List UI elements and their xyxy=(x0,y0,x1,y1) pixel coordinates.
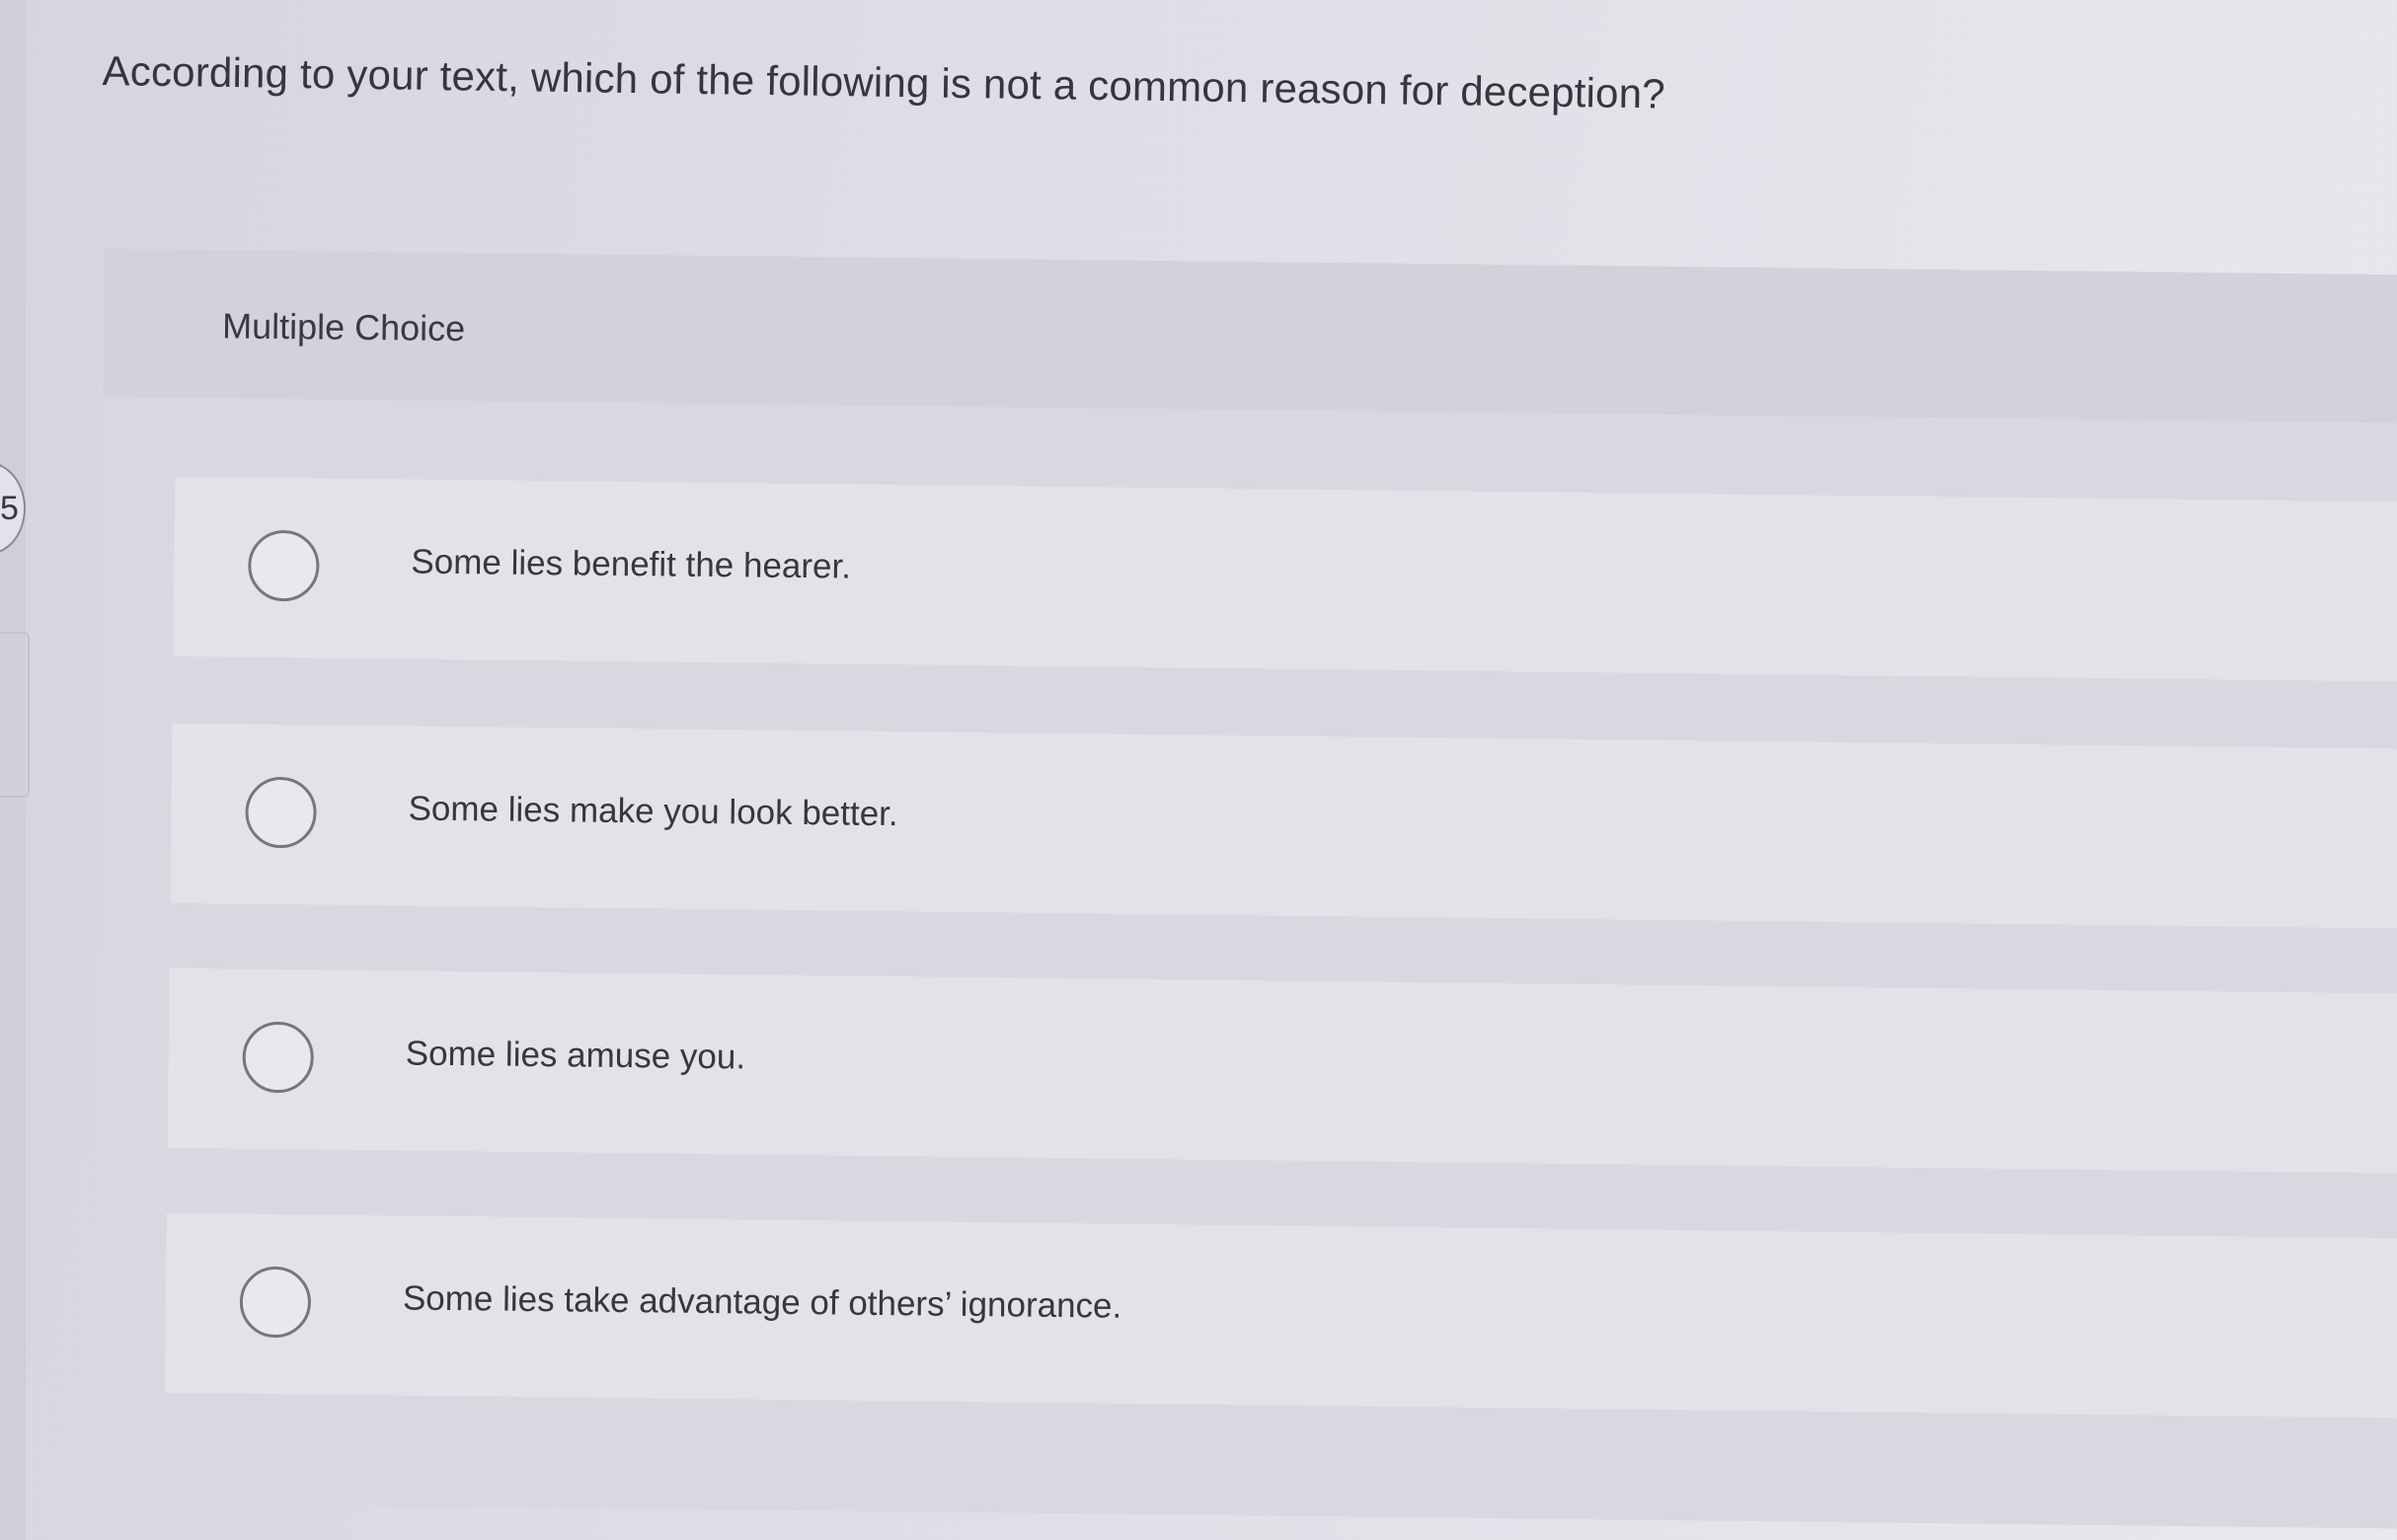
answer-option-3[interactable]: Some lies amuse you. xyxy=(167,967,2397,1174)
answer-option-label: Some lies take advantage of others’ igno… xyxy=(402,1278,1122,1326)
radio-button[interactable] xyxy=(245,776,317,849)
multiple-choice-panel: Multiple Choice Some lies benefit the he… xyxy=(90,249,2397,1529)
radio-button[interactable] xyxy=(242,1021,315,1094)
side-tab[interactable] xyxy=(0,632,30,798)
answer-option-label: Some lies make you look better. xyxy=(408,789,898,834)
answer-option-4[interactable]: Some lies take advantage of others’ igno… xyxy=(164,1212,2397,1419)
answer-option-2[interactable]: Some lies make you look better. xyxy=(170,723,2397,929)
question-number: 5 xyxy=(0,490,19,527)
answer-option-label: Some lies benefit the hearer. xyxy=(411,542,852,586)
radio-button[interactable] xyxy=(239,1266,312,1339)
question-prompt: According to your text, which of the fol… xyxy=(102,47,1666,117)
question-type-label: Multiple Choice xyxy=(221,305,466,349)
answer-option-1[interactable]: Some lies benefit the hearer. xyxy=(173,476,2397,682)
answer-option-label: Some lies amuse you. xyxy=(405,1034,746,1077)
radio-button[interactable] xyxy=(247,529,320,602)
panel-header: Multiple Choice xyxy=(103,249,2397,424)
